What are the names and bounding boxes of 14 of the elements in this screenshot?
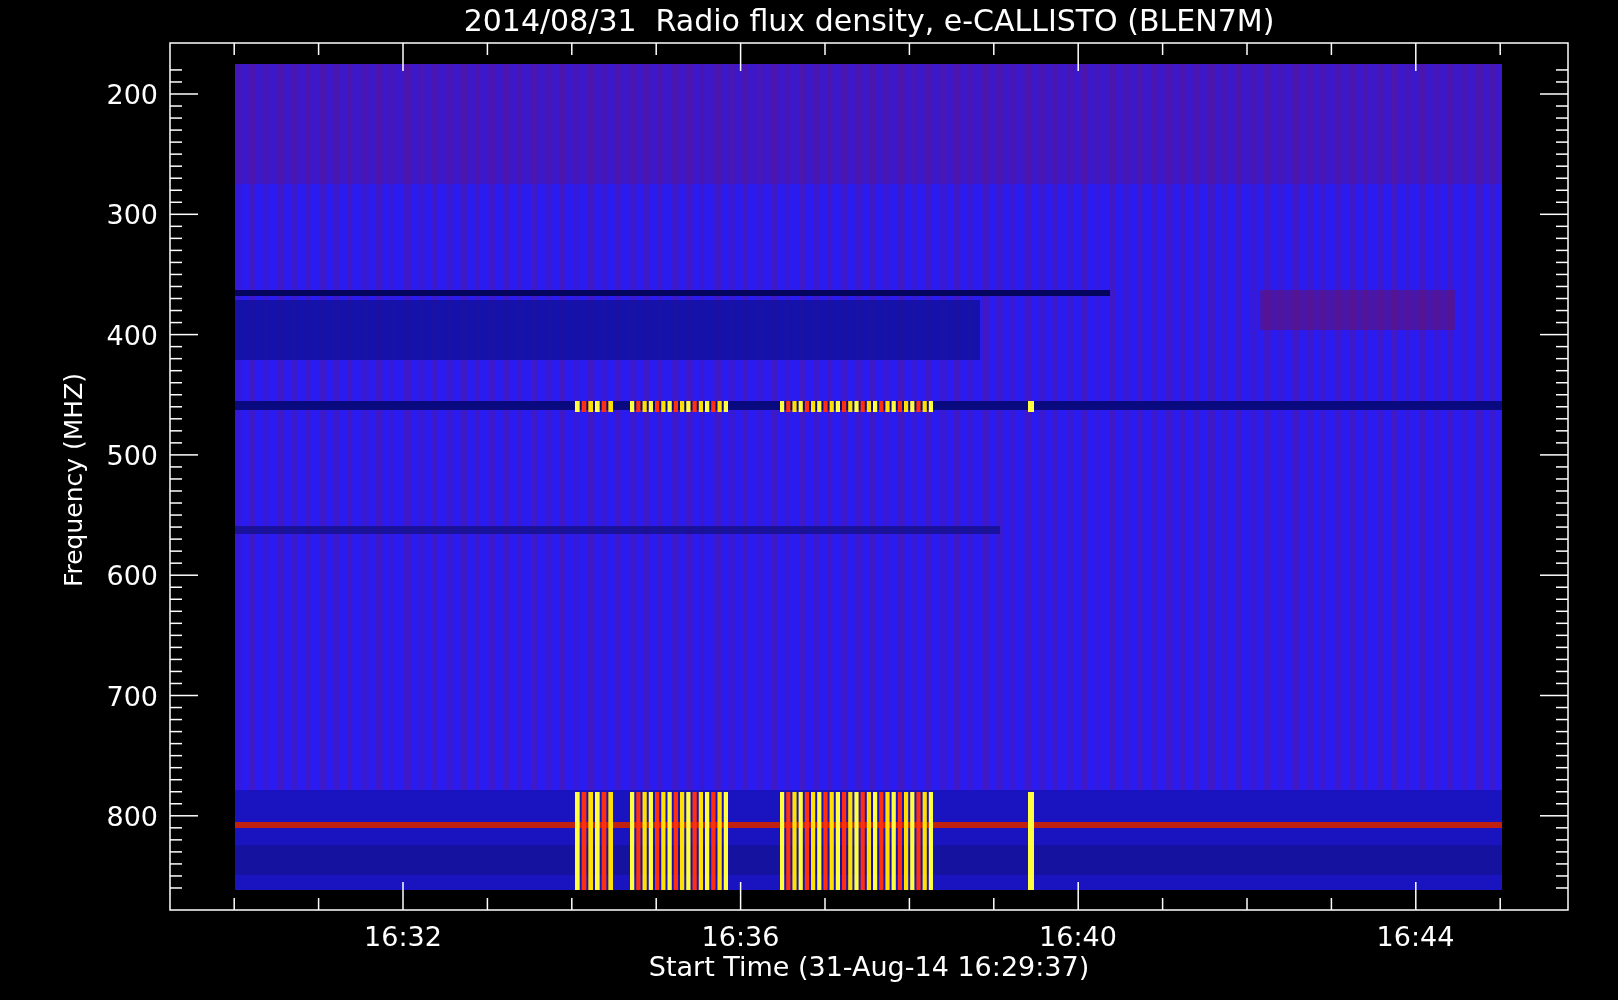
- tick-label: 16:36: [701, 921, 780, 952]
- tick-label: 400: [106, 319, 158, 351]
- tick-label: 200: [106, 79, 158, 110]
- tick-label: 300: [106, 199, 158, 231]
- tick-label: 600: [106, 560, 158, 592]
- tick-label: 800: [106, 800, 158, 832]
- y-axis-label: Frequency (MHZ): [59, 372, 88, 588]
- tick-label: 16:40: [1039, 921, 1117, 952]
- x-axis-label: Start Time (31-Aug-14 16:29:37): [648, 951, 1090, 982]
- tick-label: 16:32: [364, 921, 442, 952]
- tick-label: 16:44: [1376, 921, 1455, 952]
- plot-title: 2014/08/31 Radio flux density, e-CALLISTO (BLEN7M): [463, 3, 1275, 38]
- tick-label: 500: [106, 439, 158, 471]
- tick-label: 700: [106, 680, 158, 712]
